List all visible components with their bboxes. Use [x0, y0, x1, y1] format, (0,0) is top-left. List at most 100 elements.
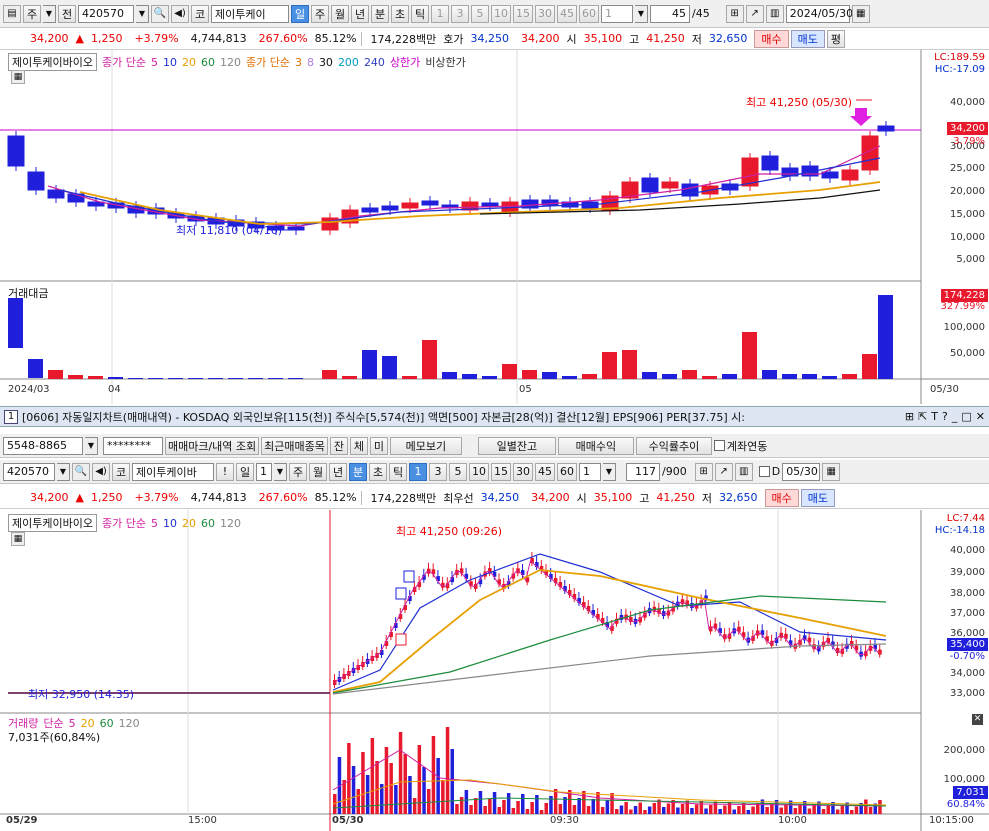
tab-tick[interactable]: 틱 [411, 4, 429, 23]
tab-minute[interactable]: 분 [371, 4, 389, 23]
help-icon[interactable]: ? [942, 410, 948, 423]
interval-45[interactable]: 45 [557, 4, 577, 23]
grid-icon[interactable]: ⊞ [725, 4, 744, 23]
chevron-down-icon[interactable]: ▼ [603, 462, 616, 481]
date-checkbox[interactable] [758, 466, 770, 477]
interval-10[interactable]: 10 [469, 462, 489, 481]
mode-all-button[interactable]: 전 [58, 4, 76, 23]
buy-button[interactable]: 매수 [764, 488, 799, 507]
interval-5[interactable]: 5 [471, 4, 489, 23]
chevron-down-icon[interactable]: ▼ [274, 462, 287, 481]
tab-year[interactable]: 년 [329, 462, 347, 481]
market-ko-button[interactable]: 코 [191, 4, 209, 23]
tab-month[interactable]: 월 [331, 4, 349, 23]
range-input[interactable]: 45 [650, 4, 690, 23]
balance-button[interactable]: 잔 [329, 436, 348, 455]
tab-week[interactable]: 주 [289, 462, 307, 481]
tab-tick[interactable]: 틱 [389, 462, 407, 481]
minute-stock-name[interactable]: 제이투케이바 [132, 462, 214, 481]
text-icon[interactable]: T [931, 410, 938, 423]
interval-1[interactable]: 1 [409, 462, 427, 481]
trade-mark-button[interactable]: 매매마크/내역 조회 [165, 436, 260, 455]
window-number[interactable]: 1 [4, 409, 18, 424]
link-icon[interactable]: ⇱ [918, 410, 927, 423]
day-button[interactable]: 일 [236, 462, 254, 481]
tab-week[interactable]: 주 [311, 4, 329, 23]
table-icon[interactable]: ▦ [11, 532, 25, 546]
sell-button[interactable]: 매도 [790, 29, 825, 48]
memo-button[interactable]: 메모보기 [389, 436, 462, 455]
tab-year[interactable]: 년 [351, 4, 369, 23]
chevron-down-icon[interactable]: ▼ [136, 4, 149, 23]
interval-5[interactable]: 5 [449, 462, 467, 481]
mode-week-button[interactable]: 주 [23, 4, 41, 23]
volume-bar [600, 807, 605, 814]
chevron-down-icon[interactable]: ▼ [43, 4, 56, 23]
market-ko-button[interactable]: 코 [112, 462, 130, 481]
minimize-icon[interactable]: _ [952, 410, 958, 423]
window-title-bar: 1 [0606] 자동일지차트(매매내역) - KOSDAQ 외국인보유[115… [0, 406, 989, 427]
minute-stock-code-input[interactable]: 420570 [3, 462, 55, 481]
lock-icon[interactable]: ⊞ [905, 410, 914, 423]
volume-bar [342, 780, 346, 814]
interval-15[interactable]: 15 [513, 4, 533, 23]
stock-code-input[interactable]: 420570 [78, 4, 134, 23]
minute-date-input[interactable]: 05/30 [782, 462, 821, 481]
date-input[interactable]: 2024/05/30 [785, 4, 853, 23]
password-field[interactable]: ******** [103, 436, 163, 455]
chart-icon[interactable]: ▤ [3, 4, 21, 23]
legend-stock-name: 제이투케이바이오 [8, 53, 97, 71]
tab-second[interactable]: 초 [369, 462, 387, 481]
maximize-icon[interactable]: □ [961, 410, 971, 423]
tab-second[interactable]: 초 [391, 4, 409, 23]
draw-icon[interactable]: ↗ [714, 462, 733, 481]
interval-15[interactable]: 15 [491, 462, 511, 481]
interval-count-input[interactable]: 1 [579, 462, 601, 481]
return-trend-button[interactable]: 수익률추이 [635, 436, 712, 455]
account-number-field[interactable]: 5548-8865 [3, 436, 83, 455]
chevron-down-icon[interactable]: ▼ [57, 462, 70, 481]
interval-60[interactable]: 60 [579, 4, 599, 23]
interval-3[interactable]: 3 [451, 4, 469, 23]
unexecuted-button[interactable]: 미 [369, 436, 388, 455]
executed-button[interactable]: 체 [349, 436, 368, 455]
table-icon[interactable]: ▦ [11, 70, 25, 84]
interval-3[interactable]: 3 [429, 462, 447, 481]
avg-button[interactable]: 평 [826, 29, 845, 48]
chevron-down-icon[interactable]: ▼ [85, 436, 98, 455]
minute-chart[interactable] [0, 510, 989, 831]
interval-10[interactable]: 10 [491, 4, 511, 23]
calendar-icon[interactable]: ▦ [822, 462, 841, 481]
speaker-icon[interactable]: ◀) [92, 462, 110, 481]
trade-profit-button[interactable]: 매매수익 [557, 436, 634, 455]
interval-30[interactable]: 30 [535, 4, 555, 23]
interval-30[interactable]: 30 [513, 462, 533, 481]
search-icon[interactable]: 🔍 [151, 4, 169, 23]
close-icon[interactable]: ✕ [976, 410, 985, 423]
recent-trades-button[interactable]: 최근매매종목 [261, 436, 328, 455]
interval-count-input[interactable]: 1 [601, 4, 633, 23]
speaker-icon[interactable]: ◀) [171, 4, 189, 23]
buy-button[interactable]: 매수 [754, 29, 789, 48]
bar-icon[interactable]: ▥ [765, 4, 784, 23]
sell-button[interactable]: 매도 [800, 488, 836, 507]
interval-45[interactable]: 45 [535, 462, 555, 481]
interval-1[interactable]: 1 [431, 4, 449, 23]
tab-minute[interactable]: 분 [349, 462, 367, 481]
close-icon[interactable]: ✕ [972, 714, 983, 725]
grid-icon[interactable]: ⊞ [694, 462, 713, 481]
bar-icon[interactable]: ▥ [734, 462, 753, 481]
account-link-checkbox[interactable] [713, 440, 725, 451]
daily-balance-button[interactable]: 일별잔고 [477, 436, 556, 455]
chevron-down-icon[interactable]: ▼ [635, 4, 648, 23]
stock-name-field[interactable]: 제이투케이 [211, 4, 289, 23]
minute-range-input[interactable]: 117 [626, 462, 660, 481]
draw-icon[interactable]: ↗ [745, 4, 764, 23]
tab-month[interactable]: 월 [309, 462, 327, 481]
warning-button[interactable]: ! [216, 462, 234, 481]
calendar-icon[interactable]: ▦ [851, 4, 870, 23]
tab-day[interactable]: 일 [291, 4, 309, 23]
day-count-field[interactable]: 1 [256, 462, 272, 481]
search-icon[interactable]: 🔍 [72, 462, 90, 481]
interval-60[interactable]: 60 [557, 462, 577, 481]
